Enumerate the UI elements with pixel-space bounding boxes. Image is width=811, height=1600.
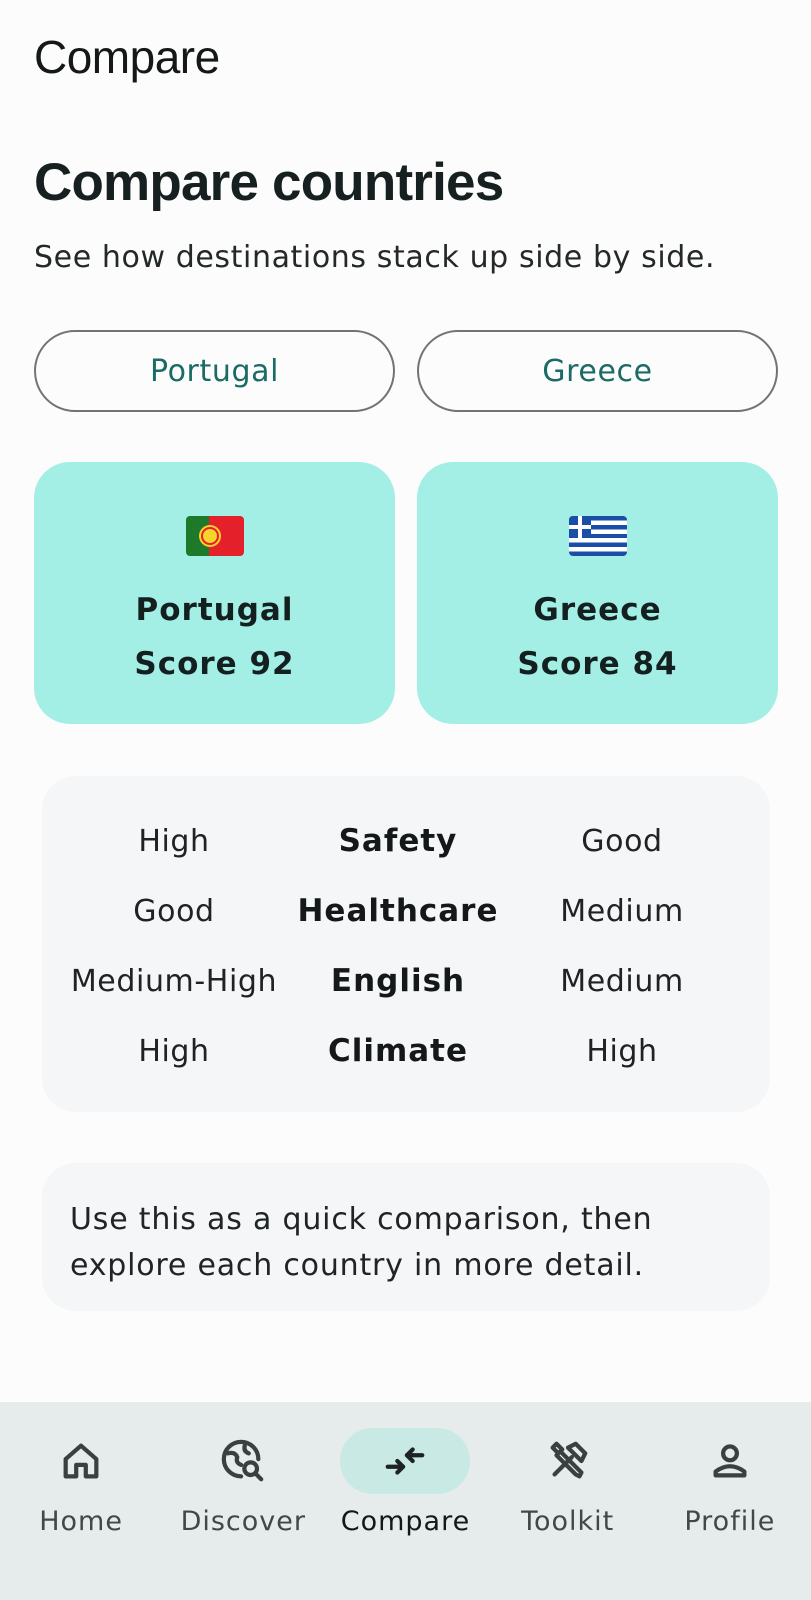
metric-left-value: Good bbox=[133, 893, 215, 929]
metric-row-safety: High Safety Good bbox=[42, 806, 770, 876]
country-card-score: Score 84 bbox=[517, 646, 678, 682]
page-title: Compare countries bbox=[34, 153, 504, 212]
travel-explore-icon bbox=[178, 1428, 308, 1494]
nav-label: Compare bbox=[340, 1506, 471, 1537]
metric-left-value: High bbox=[138, 823, 210, 859]
country-card-name: Portugal bbox=[135, 592, 294, 628]
metric-label: Safety bbox=[338, 823, 458, 859]
nav-item-discover[interactable]: Discover bbox=[173, 1402, 313, 1600]
metric-row-climate: High Climate High bbox=[42, 1016, 770, 1086]
bottom-navigation: Home Discover Compare Toolkit Profile bbox=[0, 1402, 811, 1600]
nav-item-compare[interactable]: Compare bbox=[335, 1402, 475, 1600]
metric-right-value: Medium bbox=[560, 963, 684, 999]
info-note: Use this as a quick comparison, then exp… bbox=[42, 1163, 770, 1311]
metric-row-english: Medium-High English Medium bbox=[42, 946, 770, 1016]
metric-right-value: Good bbox=[581, 823, 663, 859]
country-card-score: Score 92 bbox=[134, 646, 295, 682]
country-selectors: Portugal Greece bbox=[34, 330, 778, 412]
nav-item-toolkit[interactable]: Toolkit bbox=[498, 1402, 638, 1600]
nav-item-home[interactable]: Home bbox=[11, 1402, 151, 1600]
country-cards: Portugal Score 92 Greece Score 84 bbox=[34, 462, 778, 724]
compare-arrows-icon bbox=[340, 1428, 471, 1494]
page-subtitle: See how destinations stack up side by si… bbox=[34, 240, 716, 275]
app-bar-title: Compare bbox=[34, 31, 220, 83]
metric-right-value: Medium bbox=[560, 893, 684, 929]
metrics-comparison-table: High Safety Good Good Healthcare Medium … bbox=[42, 776, 770, 1112]
metric-left-value: High bbox=[138, 1033, 210, 1069]
country-card-portugal[interactable]: Portugal Score 92 bbox=[34, 462, 395, 724]
metric-left-value: Medium-High bbox=[70, 963, 278, 999]
country-selector-2[interactable]: Greece bbox=[417, 330, 778, 412]
metric-right-value: High bbox=[586, 1033, 658, 1069]
country-card-name: Greece bbox=[533, 592, 662, 628]
home-icon bbox=[16, 1428, 146, 1494]
person-icon bbox=[665, 1428, 795, 1494]
metric-label: Healthcare bbox=[297, 893, 499, 929]
greece-flag-icon bbox=[568, 516, 627, 556]
metric-label: Climate bbox=[327, 1033, 469, 1069]
portugal-flag-icon bbox=[185, 516, 244, 556]
nav-label: Profile bbox=[684, 1506, 776, 1537]
tools-icon bbox=[503, 1428, 633, 1494]
metric-row-healthcare: Good Healthcare Medium bbox=[42, 876, 770, 946]
nav-label: Toolkit bbox=[521, 1506, 615, 1537]
nav-label: Discover bbox=[180, 1506, 306, 1537]
metric-label: English bbox=[330, 963, 466, 999]
country-card-greece[interactable]: Greece Score 84 bbox=[417, 462, 778, 724]
nav-item-profile[interactable]: Profile bbox=[660, 1402, 800, 1600]
country-selector-1[interactable]: Portugal bbox=[34, 330, 395, 412]
nav-label: Home bbox=[39, 1506, 123, 1537]
